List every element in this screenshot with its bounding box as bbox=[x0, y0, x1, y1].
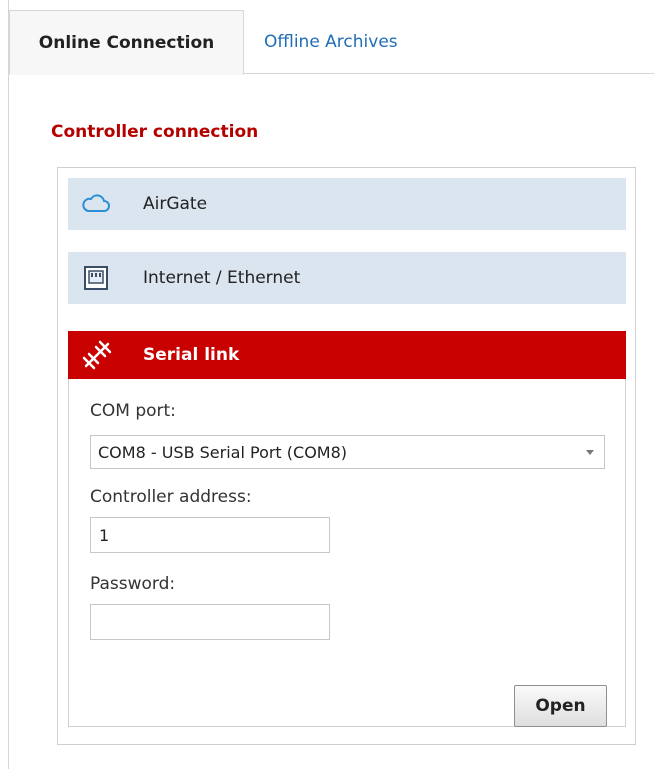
com-port-select[interactable]: COM8 - USB Serial Port (COM8) bbox=[90, 435, 605, 469]
controller-address-label: Controller address: bbox=[90, 487, 252, 507]
connection-internet-label: Internet / Ethernet bbox=[143, 268, 301, 288]
tab-online-connection[interactable]: Online Connection bbox=[9, 10, 244, 75]
cloud-icon bbox=[80, 188, 112, 220]
tab-bar: Online Connection Offline Archives bbox=[9, 0, 654, 75]
connection-airgate-label: AirGate bbox=[143, 194, 208, 214]
connection-panel: AirGate Internet / Ethernet Serial link … bbox=[57, 167, 636, 745]
controller-address-input[interactable]: 1 bbox=[90, 517, 330, 553]
tab-offline-archives[interactable]: Offline Archives bbox=[244, 10, 424, 74]
serial-link-form: COM port: COM8 - USB Serial Port (COM8) … bbox=[68, 379, 626, 727]
section-title: Controller connection bbox=[51, 122, 259, 142]
connection-serial-label: Serial link bbox=[143, 345, 240, 365]
password-input[interactable] bbox=[90, 604, 330, 640]
serial-cable-icon bbox=[80, 338, 114, 372]
com-port-value: COM8 - USB Serial Port (COM8) bbox=[98, 442, 348, 462]
controller-address-value: 1 bbox=[99, 525, 110, 545]
connection-serial-link[interactable]: Serial link bbox=[68, 331, 626, 379]
password-label: Password: bbox=[90, 574, 176, 594]
connection-internet-ethernet[interactable]: Internet / Ethernet bbox=[68, 252, 626, 304]
chevron-down-icon bbox=[586, 450, 594, 455]
connection-airgate[interactable]: AirGate bbox=[68, 178, 626, 230]
left-border bbox=[8, 0, 9, 769]
ethernet-port-icon bbox=[80, 262, 112, 294]
com-port-label: COM port: bbox=[90, 401, 176, 421]
open-button[interactable]: Open bbox=[514, 685, 607, 727]
